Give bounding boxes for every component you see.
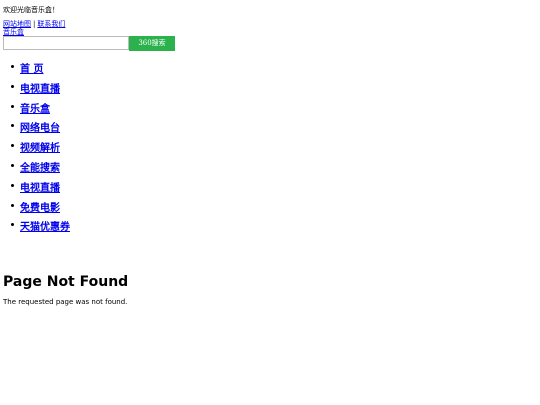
nav-item-free-movies: 免费电影 (0, 196, 70, 216)
nav-link-music-box[interactable]: 音乐盒 (20, 104, 50, 115)
nav-item-tmall-coupons: 天猫优惠券 (0, 215, 70, 235)
contact-us-link[interactable]: 联系我们 (37, 20, 65, 28)
sitemap-link[interactable]: 网站地图 (3, 20, 31, 28)
error-message: The requested page was not found. (3, 298, 128, 306)
nav-item-radio: 网络电台 (0, 116, 70, 136)
nav-link-tv-live-2[interactable]: 电视直播 (20, 183, 60, 194)
nav-link-free-movies[interactable]: 免费电影 (20, 203, 60, 214)
nav-link-tv-live[interactable]: 电视直播 (20, 84, 60, 95)
search-input[interactable] (3, 36, 129, 50)
bullet-icon (11, 124, 14, 128)
bullet-icon (11, 104, 14, 108)
nav-item-all-search: 全能搜索 (0, 156, 70, 176)
bullet-icon (11, 163, 14, 167)
nav-item-video-parse: 视频解析 (0, 136, 70, 156)
nav-item-tv-live-2: 电视直播 (0, 176, 70, 196)
bullet-icon (11, 183, 14, 187)
link-separator: | (33, 20, 36, 28)
bullet-icon (11, 223, 14, 227)
search-form: 360搜索 (3, 36, 175, 51)
page-title: Page Not Found (3, 274, 129, 290)
bullet-icon (11, 65, 14, 68)
bullet-icon (11, 84, 14, 88)
nav-link-video-parse[interactable]: 视频解析 (20, 143, 60, 154)
nav-link-home[interactable]: 首 页 (20, 64, 43, 75)
search-button[interactable]: 360搜索 (129, 36, 175, 51)
main-nav: 首 页 电视直播 音乐盒 网络电台 视频解析 全能搜索 电视直播 免费电影 天猫… (0, 57, 70, 235)
nav-link-radio[interactable]: 网络电台 (20, 123, 60, 134)
nav-link-tmall-coupons[interactable]: 天猫优惠券 (20, 222, 70, 233)
bullet-icon (11, 144, 14, 148)
bullet-icon (11, 203, 14, 207)
nav-item-music-box: 音乐盒 (0, 97, 70, 117)
welcome-text: 欢迎光临音乐盒！ (3, 6, 59, 14)
nav-item-tv-live: 电视直播 (0, 77, 70, 97)
nav-link-all-search[interactable]: 全能搜索 (20, 163, 60, 174)
nav-item-home: 首 页 (0, 57, 70, 77)
